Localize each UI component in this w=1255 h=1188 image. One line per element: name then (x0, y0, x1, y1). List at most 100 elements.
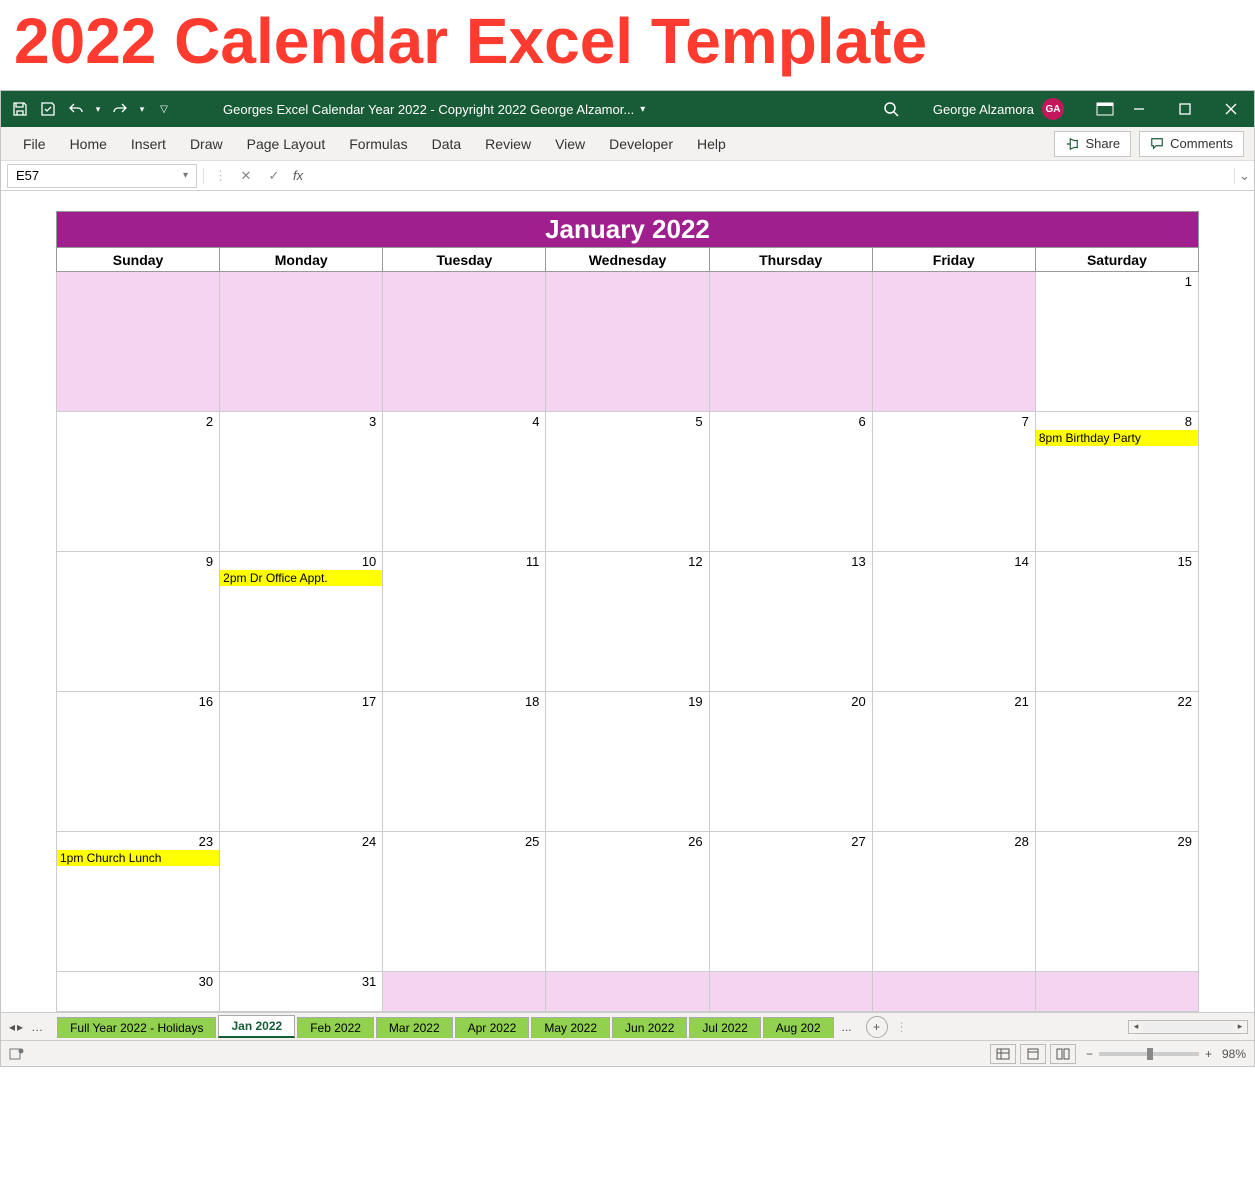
tab-scroll-left-icon[interactable]: ◂ (9, 1020, 15, 1034)
normal-view-button[interactable] (990, 1044, 1016, 1064)
calendar-day-cell[interactable]: 19 (546, 692, 709, 832)
calendar-day-cell[interactable]: 5 (546, 412, 709, 552)
comments-button[interactable]: Comments (1139, 131, 1244, 157)
calendar-day-cell[interactable]: 29 (1035, 832, 1198, 972)
calendar-event[interactable]: 8pm Birthday Party (1036, 430, 1198, 446)
sheet-tab[interactable]: Feb 2022 (297, 1017, 374, 1038)
calendar-day-cell[interactable]: 88pm Birthday Party (1035, 412, 1198, 552)
chevron-down-icon[interactable]: ▾ (183, 170, 188, 181)
autosave-icon[interactable] (37, 98, 59, 120)
qat-customize-icon[interactable]: ▽ (153, 98, 175, 120)
calendar-day-cell[interactable] (546, 272, 709, 412)
tab-scroll-right-icon[interactable]: ▸ (17, 1020, 23, 1034)
sheet-tab[interactable]: Jan 2022 (218, 1015, 295, 1038)
search-icon[interactable] (879, 101, 903, 117)
scroll-left-icon[interactable]: ◂ (1129, 1021, 1143, 1032)
chevron-down-icon[interactable]: ▾ (93, 98, 103, 120)
calendar-day-cell[interactable] (872, 972, 1035, 1012)
calendar-day-cell[interactable]: 28 (872, 832, 1035, 972)
title-dropdown-icon[interactable]: ▾ (640, 104, 645, 115)
calendar-day-cell[interactable]: 26 (546, 832, 709, 972)
calendar-day-cell[interactable]: 30 (57, 972, 220, 1012)
calendar-day-cell[interactable]: 31 (220, 972, 383, 1012)
formula-input[interactable] (313, 164, 1234, 188)
zoom-level[interactable]: 98% (1222, 1047, 1246, 1061)
calendar-day-cell[interactable] (709, 972, 872, 1012)
close-button[interactable] (1208, 91, 1254, 127)
calendar-event[interactable]: 1pm Church Lunch (57, 850, 219, 866)
ribbon-tab-developer[interactable]: Developer (597, 127, 685, 161)
calendar-day-cell[interactable]: 1 (1035, 272, 1198, 412)
maximize-button[interactable] (1162, 91, 1208, 127)
cancel-formula-icon[interactable]: ✕ (237, 168, 255, 184)
horizontal-scrollbar[interactable]: ◂ ▸ (1128, 1020, 1248, 1034)
add-sheet-button[interactable]: + (866, 1016, 888, 1038)
calendar-day-cell[interactable]: 7 (872, 412, 1035, 552)
calendar-day-cell[interactable] (872, 272, 1035, 412)
calendar-day-cell[interactable]: 6 (709, 412, 872, 552)
calendar-day-cell[interactable]: 24 (220, 832, 383, 972)
name-box[interactable]: E57 ▾ (7, 164, 197, 188)
zoom-out-icon[interactable]: − (1086, 1047, 1093, 1061)
tabs-overflow-indicator[interactable]: ... (836, 1020, 858, 1034)
zoom-slider[interactable]: − + (1086, 1047, 1212, 1061)
sheet-tab[interactable]: Jul 2022 (689, 1017, 760, 1038)
share-button[interactable]: Share (1054, 131, 1131, 157)
sheet-tab[interactable]: Aug 202 (763, 1017, 834, 1038)
user-account[interactable]: George Alzamora GA (923, 98, 1074, 120)
worksheet-area[interactable]: January 2022 SundayMondayTuesdayWednesda… (1, 191, 1254, 1012)
calendar-day-cell[interactable]: 14 (872, 552, 1035, 692)
tab-list-icon[interactable]: … (25, 1020, 49, 1034)
calendar-day-cell[interactable]: 17 (220, 692, 383, 832)
undo-icon[interactable] (65, 98, 87, 120)
ribbon-tab-file[interactable]: File (11, 127, 58, 161)
calendar-day-cell[interactable]: 12 (546, 552, 709, 692)
calendar-day-cell[interactable]: 13 (709, 552, 872, 692)
ribbon-tab-review[interactable]: Review (473, 127, 543, 161)
sheet-tab[interactable]: Jun 2022 (612, 1017, 687, 1038)
calendar-day-cell[interactable]: 102pm Dr Office Appt. (220, 552, 383, 692)
calendar-day-cell[interactable]: 9 (57, 552, 220, 692)
redo-icon[interactable] (109, 98, 131, 120)
calendar-day-cell[interactable] (383, 972, 546, 1012)
ribbon-tab-help[interactable]: Help (685, 127, 738, 161)
ribbon-tab-formulas[interactable]: Formulas (337, 127, 419, 161)
save-icon[interactable] (9, 98, 31, 120)
calendar-day-cell[interactable]: 231pm Church Lunch (57, 832, 220, 972)
calendar-day-cell[interactable]: 15 (1035, 552, 1198, 692)
sheet-tab[interactable]: Full Year 2022 - Holidays (57, 1017, 216, 1038)
calendar-day-cell[interactable]: 4 (383, 412, 546, 552)
page-break-view-button[interactable] (1050, 1044, 1076, 1064)
ribbon-tab-view[interactable]: View (543, 127, 597, 161)
calendar-day-cell[interactable] (383, 272, 546, 412)
record-macro-icon[interactable] (9, 1047, 25, 1061)
calendar-day-cell[interactable] (709, 272, 872, 412)
calendar-day-cell[interactable] (1035, 972, 1198, 1012)
expand-formula-bar-icon[interactable]: ⌄ (1234, 168, 1254, 184)
calendar-day-cell[interactable] (546, 972, 709, 1012)
chevron-down-icon[interactable]: ▾ (137, 98, 147, 120)
ribbon-tab-draw[interactable]: Draw (178, 127, 235, 161)
accept-formula-icon[interactable]: ✓ (265, 168, 283, 184)
ribbon-display-icon[interactable] (1094, 98, 1116, 120)
sheet-tab[interactable]: Mar 2022 (376, 1017, 453, 1038)
calendar-event[interactable]: 2pm Dr Office Appt. (220, 570, 382, 586)
calendar-day-cell[interactable]: 11 (383, 552, 546, 692)
calendar-day-cell[interactable]: 16 (57, 692, 220, 832)
calendar-day-cell[interactable]: 21 (872, 692, 1035, 832)
calendar-day-cell[interactable]: 27 (709, 832, 872, 972)
ribbon-tab-home[interactable]: Home (58, 127, 119, 161)
sheet-tab[interactable]: Apr 2022 (455, 1017, 530, 1038)
calendar-day-cell[interactable]: 18 (383, 692, 546, 832)
minimize-button[interactable] (1116, 91, 1162, 127)
ribbon-tab-insert[interactable]: Insert (119, 127, 178, 161)
calendar-day-cell[interactable]: 3 (220, 412, 383, 552)
calendar-day-cell[interactable]: 22 (1035, 692, 1198, 832)
sheet-tab[interactable]: May 2022 (531, 1017, 610, 1038)
calendar-day-cell[interactable] (57, 272, 220, 412)
calendar-day-cell[interactable] (220, 272, 383, 412)
page-layout-view-button[interactable] (1020, 1044, 1046, 1064)
ribbon-tab-data[interactable]: Data (420, 127, 474, 161)
scroll-right-icon[interactable]: ▸ (1233, 1021, 1247, 1032)
calendar-day-cell[interactable]: 2 (57, 412, 220, 552)
